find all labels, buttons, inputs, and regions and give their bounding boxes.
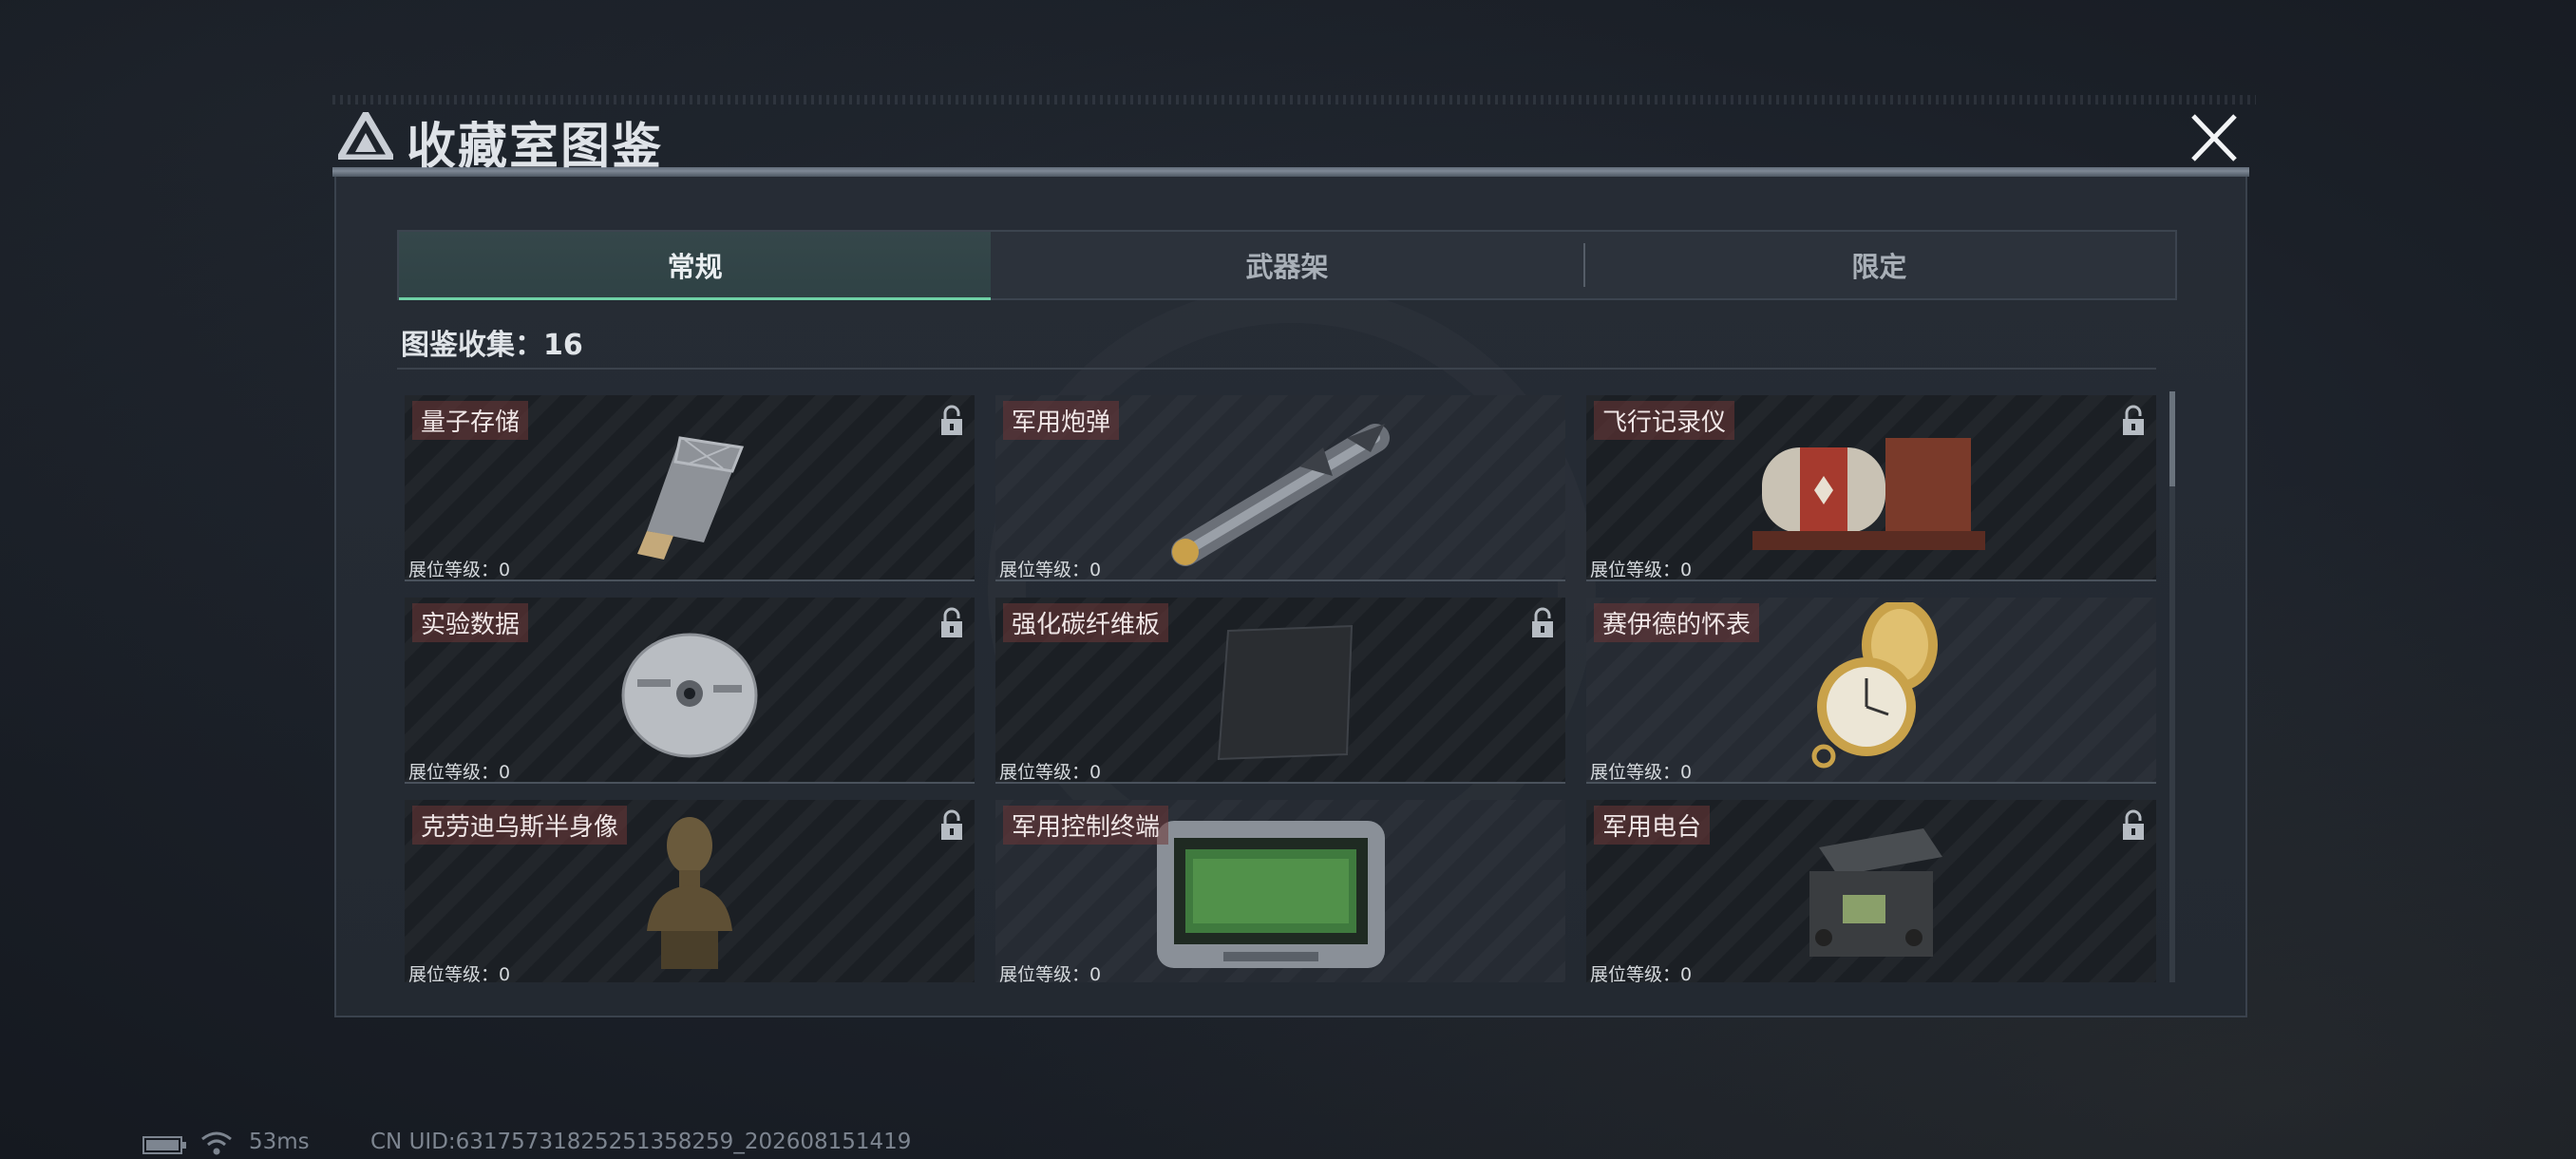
item-name: 强化碳纤维板: [1003, 603, 1169, 642]
item-card-flight-recorder[interactable]: 飞行记录仪 展位等级：0: [1586, 395, 2156, 581]
pocket-watch-icon: [1811, 602, 1938, 769]
item-card-experiment-data[interactable]: 实验数据 展位等级：0: [405, 598, 975, 784]
item-card-claudius-bust[interactable]: 克劳迪乌斯半身像 展位等级：0: [405, 800, 975, 982]
item-card-control-terminal[interactable]: 军用控制终端 展位等级：0: [995, 800, 1565, 982]
lock-icon: [941, 809, 962, 840]
display-level: 展位等级：0: [1590, 560, 1693, 580]
display-level: 展位等级：0: [408, 762, 511, 783]
collection-count: 图鉴收集：16: [401, 321, 583, 363]
wifi-icon: [201, 1131, 232, 1155]
delta-logo-icon: [338, 112, 393, 160]
disc-icon: [621, 633, 758, 758]
display-level: 展位等级：0: [1590, 762, 1693, 783]
title-decoration: [332, 95, 2256, 104]
close-icon[interactable]: [2180, 104, 2246, 171]
collection-count-label: 图鉴收集：: [401, 329, 543, 362]
grid-scrollbar[interactable]: [2169, 391, 2175, 982]
item-name: 军用电台: [1594, 806, 1711, 845]
item-card-military-shell[interactable]: 军用炮弹 展位等级：0: [995, 395, 1565, 581]
display-level: 展位等级：0: [999, 762, 1102, 783]
ping-value: 53ms: [249, 1130, 310, 1154]
item-name: 军用炮弹: [1003, 401, 1120, 440]
usb-drive-icon: [637, 436, 745, 560]
item-name: 克劳迪乌斯半身像: [412, 806, 628, 845]
collection-grid: 量子存储 展位等级：0 军用炮弹 展位等级：0 飞行记录仪 展位等级：0 实验数…: [397, 391, 2156, 982]
item-card-quantum-storage[interactable]: 量子存储 展位等级：0: [405, 395, 975, 581]
flight-recorder-icon: [1752, 438, 1985, 550]
title-divider: [332, 167, 2249, 177]
lock-icon: [941, 405, 962, 435]
display-level: 展位等级：0: [1590, 964, 1693, 982]
item-card-carbon-fiber-plate[interactable]: 强化碳纤维板 展位等级：0: [995, 598, 1565, 784]
collection-count-value: 16: [543, 329, 583, 362]
lock-icon: [2123, 809, 2144, 840]
lock-icon: [941, 607, 962, 637]
display-level: 展位等级：0: [408, 560, 511, 580]
lock-icon: [1532, 607, 1553, 637]
item-name: 飞行记录仪: [1594, 401, 1735, 440]
tab-limited[interactable]: 限定: [1583, 232, 2175, 298]
item-name: 实验数据: [412, 603, 529, 642]
display-level: 展位等级：0: [999, 964, 1102, 982]
item-name: 量子存储: [412, 401, 529, 440]
item-name: 赛伊德的怀表: [1594, 603, 1760, 642]
battery-icon: [142, 1136, 186, 1154]
tab-regular[interactable]: 常规: [399, 232, 992, 300]
item-name: 军用控制终端: [1003, 806, 1169, 845]
scroll-thumb[interactable]: [2169, 391, 2175, 486]
tab-bar: 常规 武器架 限定: [397, 230, 2177, 300]
display-level: 展位等级：0: [999, 560, 1102, 580]
item-card-military-radio[interactable]: 军用电台 展位等级：0: [1586, 800, 2156, 982]
lock-icon: [2123, 405, 2144, 435]
display-level: 展位等级：0: [408, 964, 511, 982]
carbon-plate-icon: [1217, 624, 1354, 761]
tab-separator: [1583, 243, 1585, 287]
user-uid: CN UID:6317573182525135825​9_20260815141…: [370, 1130, 912, 1154]
radio-icon: [1809, 828, 1942, 957]
tab-weapon-rack[interactable]: 武器架: [991, 232, 1582, 298]
control-terminal-icon: [1157, 821, 1385, 968]
bust-icon: [647, 817, 732, 969]
count-divider: [397, 368, 2156, 370]
missile-icon: [1171, 424, 1390, 566]
item-card-pocket-watch[interactable]: 赛伊德的怀表 展位等级：0: [1586, 598, 2156, 784]
